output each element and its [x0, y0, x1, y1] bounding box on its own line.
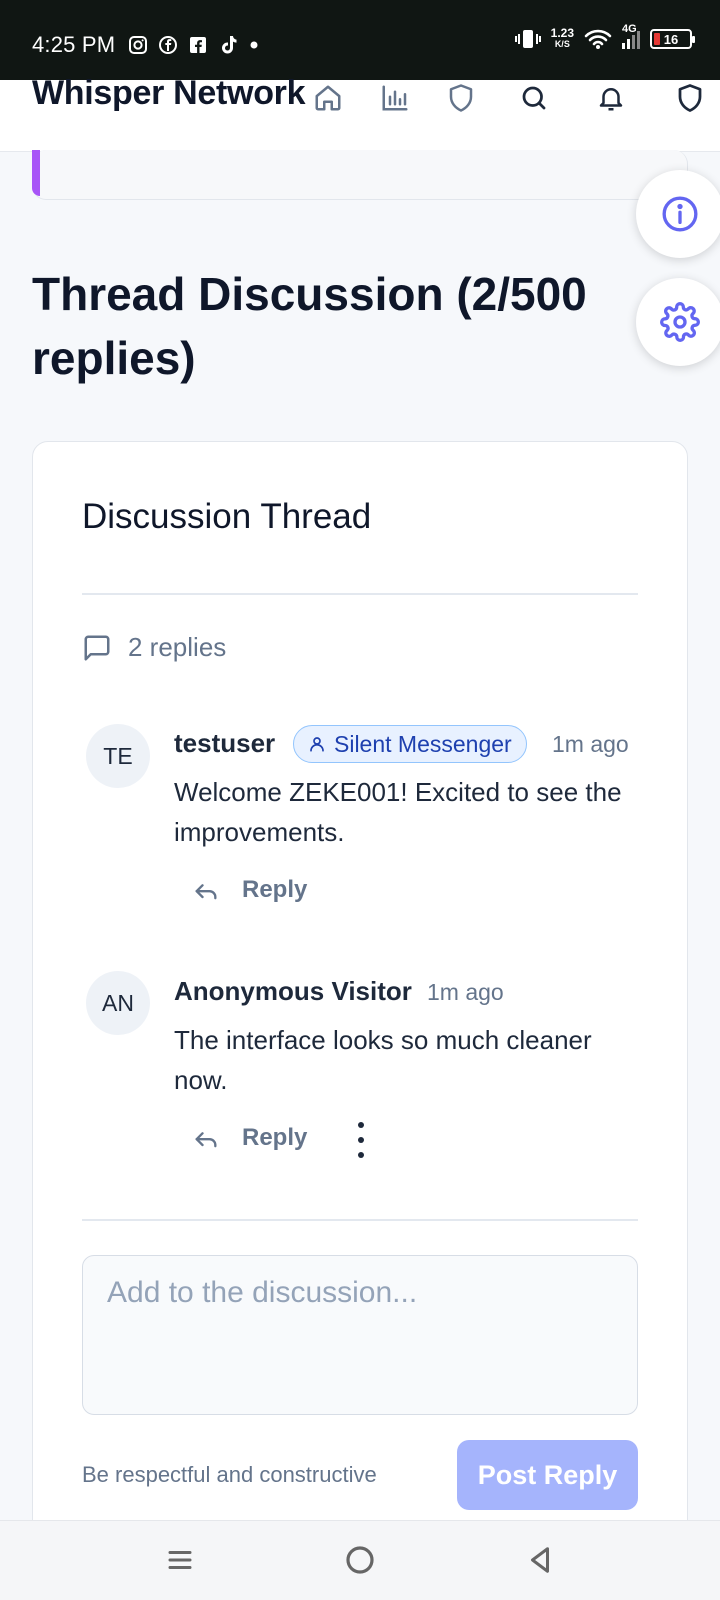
net-speed: 1.23 K/S: [550, 26, 574, 49]
reply-arrow-icon: [195, 1132, 217, 1148]
home-button-icon[interactable]: [340, 1540, 380, 1580]
previous-card-accent: [32, 150, 40, 196]
more-options-icon[interactable]: [351, 1122, 371, 1158]
reply-text: Welcome ZEKE001! Excited to see the impr…: [174, 777, 622, 847]
vibrate-icon: [514, 30, 541, 48]
reply-label: Reply: [242, 876, 308, 903]
reply-text: The interface looks so much cleaner now.: [174, 1025, 592, 1095]
notification-icons: [128, 34, 260, 56]
reply-arrow-icon: [195, 884, 217, 900]
avatar[interactable]: AN: [86, 971, 150, 1035]
shield-icon[interactable]: [443, 80, 479, 116]
back-icon[interactable]: [520, 1540, 560, 1580]
status-bar: 4:25 PM 1.23 K/S 4G 16: [0, 0, 720, 80]
facebook-icon: [159, 36, 177, 54]
signal-icon: 4G: [622, 23, 640, 49]
search-icon[interactable]: [516, 80, 552, 116]
gear-icon: [660, 302, 700, 342]
status-right: 1.23 K/S 4G 16: [514, 23, 695, 50]
section-title: Thread Discussion (2/500 replies): [32, 268, 587, 384]
author-name[interactable]: testuser: [174, 728, 275, 759]
badge-label: Silent Messenger: [334, 730, 512, 757]
divider: [82, 593, 638, 595]
status-badge: Silent Messenger: [293, 725, 527, 763]
reply-button[interactable]: Reply: [192, 1124, 307, 1152]
facebook-square-icon: [190, 37, 206, 53]
timestamp: 1m ago: [427, 979, 504, 1005]
wifi-icon: [584, 29, 612, 49]
settings-button[interactable]: [636, 278, 720, 366]
reply-button[interactable]: Reply: [192, 876, 307, 904]
post-reply-button[interactable]: Post Reply: [457, 1440, 638, 1510]
author-name[interactable]: Anonymous Visitor: [174, 976, 412, 1007]
reply-label: Reply: [242, 1124, 308, 1151]
dot-icon: [250, 41, 258, 49]
menu-icon[interactable]: [160, 1540, 200, 1580]
timestamp: 1m ago: [552, 731, 629, 757]
battery-icon: 16: [650, 29, 695, 49]
home-icon[interactable]: [310, 80, 346, 116]
app-title[interactable]: Whisper Network: [32, 74, 306, 113]
bell-icon[interactable]: [593, 80, 629, 116]
card-title: Discussion Thread: [82, 497, 372, 536]
info-button[interactable]: [636, 170, 720, 258]
instagram-icon: [129, 36, 147, 54]
shield-account-icon[interactable]: [672, 80, 708, 116]
previous-card: [32, 150, 688, 200]
tiktok-icon: [222, 36, 237, 54]
user-icon: [310, 737, 324, 752]
reply-input[interactable]: [82, 1255, 638, 1415]
status-time: 4:25 PM: [32, 32, 116, 57]
avatar[interactable]: TE: [86, 724, 150, 788]
info-icon: [662, 196, 698, 232]
reply-count-label: 2 replies: [128, 632, 227, 662]
reply-count: 2 replies: [82, 632, 226, 663]
chart-icon[interactable]: [377, 80, 413, 116]
divider: [82, 1219, 638, 1221]
composer-hint: Be respectful and constructive: [82, 1462, 377, 1487]
message-square-icon: [84, 635, 110, 660]
